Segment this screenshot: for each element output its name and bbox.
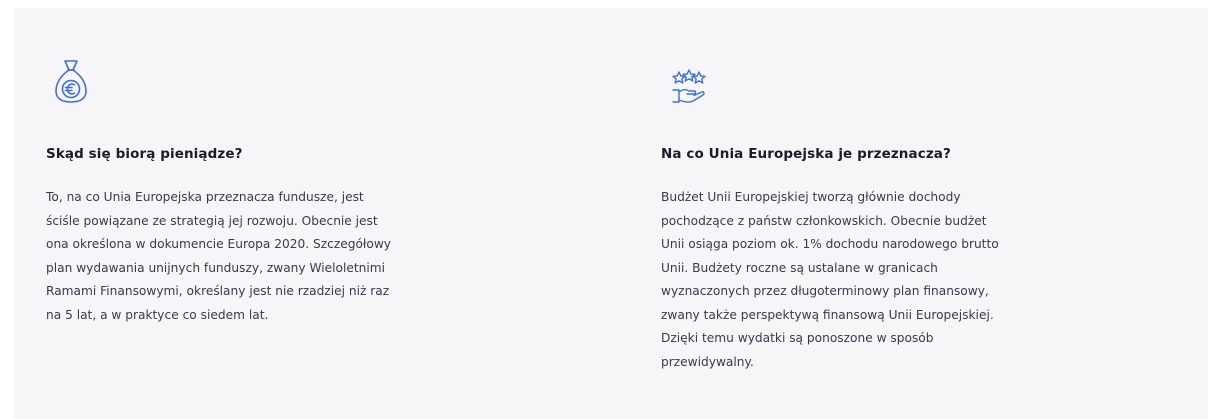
body-line: Ramami Finansowymi, określany jest nie r… (46, 284, 390, 298)
body-line: Unii. Budżety roczne są ustalane w grani… (661, 260, 938, 275)
body-line: przewidywalny. (661, 354, 754, 369)
section-body: To, na co Unia Europejska przeznacza fun… (46, 186, 516, 327)
body-line: ściśle powiązane ze strategią jej rozwoj… (46, 213, 378, 228)
body-line: na 5 lat, a w praktyce co siedem lat. (46, 307, 269, 322)
body-line: pochodzące z państw członkowskich. Obecn… (661, 213, 987, 228)
body-line: To, na co Unia Europejska przeznacza fun… (46, 190, 364, 204)
section-title: Skąd się biorą pieniądze? (46, 146, 243, 162)
info-panel: Skąd się biorą pieniądze? To, na co Unia… (14, 8, 1208, 419)
body-line: Budżet Unii Europejskiej tworzą głównie … (661, 190, 961, 204)
body-line: ona określona w dokumencie Europa 2020. … (46, 237, 392, 251)
money-bag-euro-icon (54, 58, 88, 104)
body-line: Unii osiąga poziom ok. 1% dochodu narodo… (661, 237, 999, 251)
body-line: plan wydawania unijnych funduszy, zwany … (46, 260, 386, 275)
body-line: wyznaczonych przez długoterminowy plan f… (661, 284, 989, 298)
section-body: Budżet Unii Europejskiej tworzą głównie … (661, 186, 1131, 374)
body-line: Dzięki temu wydatki są ponoszone w sposó… (661, 331, 934, 345)
hand-with-stars-icon (671, 68, 707, 108)
body-line: zwany także perspektywą finansową Unii E… (661, 307, 994, 322)
section-title: Na co Unia Europejska je przeznacza? (661, 146, 951, 162)
